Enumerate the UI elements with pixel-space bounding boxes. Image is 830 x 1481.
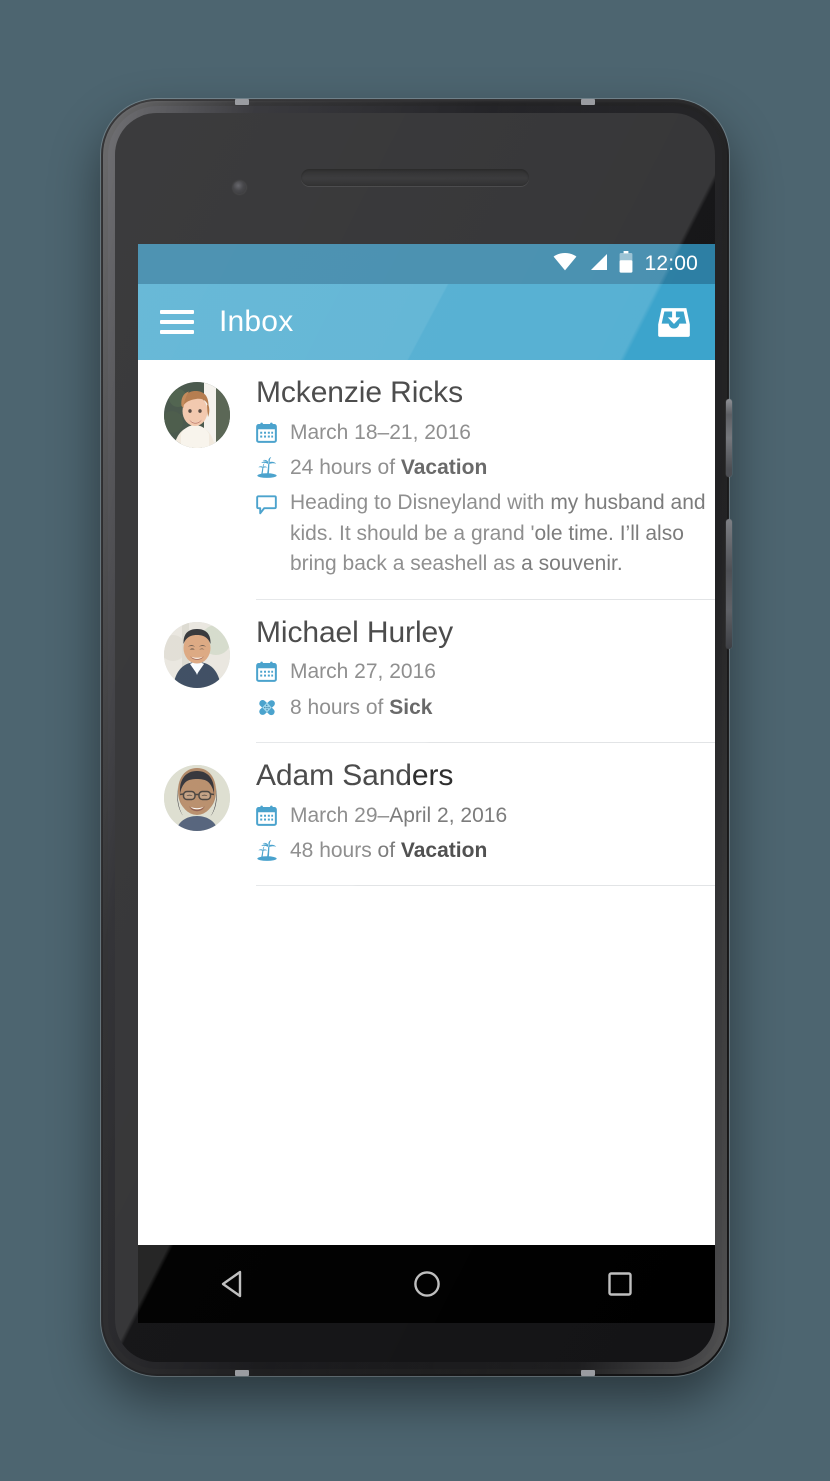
bandages-icon <box>256 693 286 718</box>
recents-square-icon[interactable] <box>577 1253 663 1315</box>
list-item[interactable]: Mckenzie Ricks March 18–21, 2016 24 hour… <box>138 360 715 599</box>
entry-duration: 48 hours of <box>290 839 401 862</box>
back-triangle-icon[interactable] <box>191 1253 277 1315</box>
android-navigation-bar <box>138 1245 715 1323</box>
entry-note: Heading to Disneyland with my husband an… <box>290 491 706 576</box>
palm-tree-island-icon <box>256 453 286 478</box>
list-item[interactable]: Michael Hurley March 27, 2016 8 hours of… <box>138 600 715 742</box>
antenna-nub-top-right <box>581 99 595 105</box>
calendar-icon <box>256 418 286 443</box>
entry-leave-type: Vacation <box>400 455 488 479</box>
leave-request-list: Mckenzie Ricks March 18–21, 2016 24 hour… <box>138 360 715 1245</box>
entry-date: March 18–21, 2016 <box>290 420 471 444</box>
entry-name: Mckenzie Ricks <box>256 376 463 409</box>
avatar <box>164 621 230 688</box>
antenna-nub-bottom-right <box>581 1370 595 1376</box>
entry-leave-type: Vacation <box>400 839 488 862</box>
page-title: Inbox <box>219 305 294 338</box>
entry-duration: 8 hours of <box>290 695 390 719</box>
status-bar-clock: 12:00 <box>644 252 698 275</box>
entry-date: March 29–April 2, 2016 <box>290 803 508 827</box>
entry-date: March 27, 2016 <box>290 660 436 684</box>
entry-date-row: March 18–21, 2016 <box>256 418 710 448</box>
volume-rocker-button[interactable] <box>726 519 732 649</box>
app-bar: Inbox <box>138 284 715 360</box>
entry-date-row: March 29–April 2, 2016 <box>256 801 710 831</box>
entry-leave-row: 48 hours of Vacation <box>256 836 710 866</box>
entry-leave-row: 24 hours of Vacation <box>256 453 710 483</box>
entry-name: Adam Sanders <box>256 759 454 793</box>
phone-screen: 12:00 Inbox Mckenzie Ricks March 18–21, … <box>138 244 715 1245</box>
antenna-nub-bottom-left <box>235 1370 249 1376</box>
entry-name: Michael Hurley <box>256 615 453 649</box>
battery-icon <box>619 250 633 278</box>
entry-leave-row: 8 hours of Sick <box>256 693 710 723</box>
entry-note-row: Heading to Disneyland with my husband an… <box>256 488 710 579</box>
inbox-download-icon[interactable] <box>652 300 696 344</box>
entry-duration: 24 hours of <box>290 455 401 479</box>
list-item[interactable]: Adam Sanders March 29–April 2, 2016 48 h… <box>138 743 715 885</box>
entry-leave-text: 48 hours of Vacation <box>286 836 487 866</box>
calendar-icon <box>256 801 286 826</box>
front-camera-icon <box>233 181 246 194</box>
avatar <box>164 382 230 448</box>
home-circle-icon[interactable] <box>384 1253 470 1315</box>
entry-leave-type: Sick <box>389 695 433 719</box>
power-button[interactable] <box>726 399 732 477</box>
cellular-signal-icon <box>588 253 608 276</box>
earpiece-speaker <box>301 169 529 186</box>
list-divider <box>256 885 715 887</box>
entry-leave-text: 24 hours of Vacation <box>286 453 487 483</box>
entry-date-row: March 27, 2016 <box>256 657 710 687</box>
palm-tree-island-icon <box>256 836 286 861</box>
comment-bubble-icon <box>256 488 286 515</box>
phone-device: 12:00 Inbox Mckenzie Ricks March 18–21, … <box>101 99 732 1376</box>
wifi-icon <box>553 252 577 276</box>
calendar-icon <box>256 657 286 683</box>
entry-leave-text: 8 hours of Sick <box>286 693 432 723</box>
antenna-nub-top-left <box>235 99 249 105</box>
avatar <box>164 765 230 832</box>
phone-glass-panel: 12:00 Inbox Mckenzie Ricks March 18–21, … <box>115 113 715 1362</box>
status-bar: 12:00 <box>138 244 715 284</box>
hamburger-menu-icon[interactable] <box>160 310 194 334</box>
